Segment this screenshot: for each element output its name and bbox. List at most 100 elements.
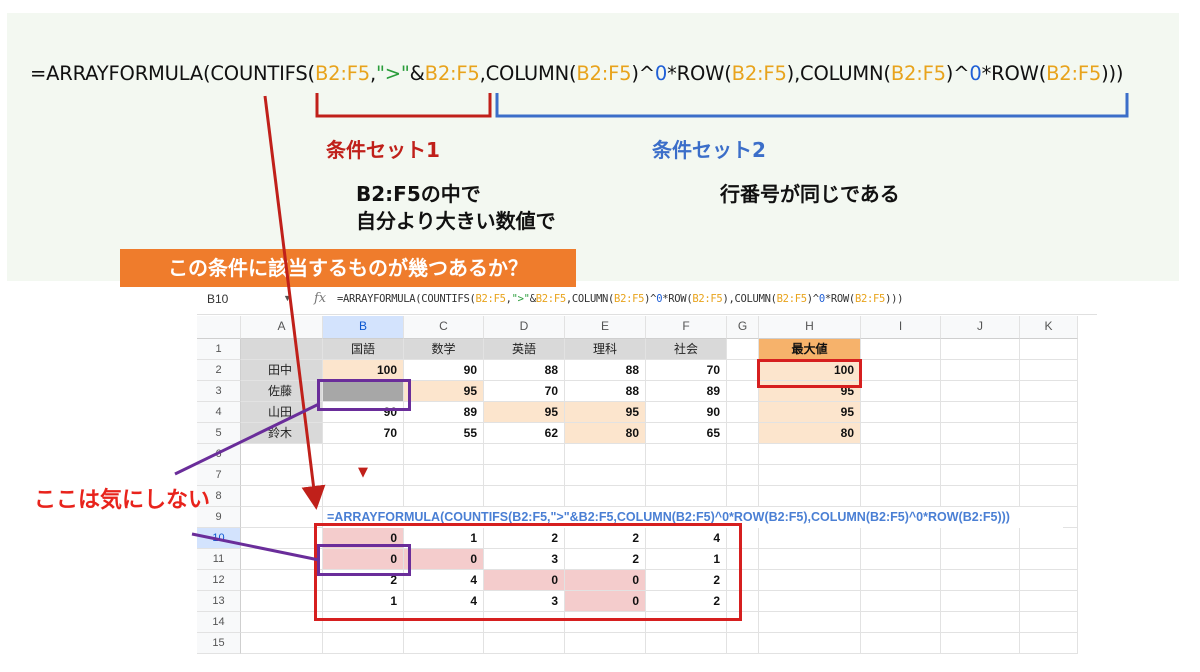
score-cell[interactable]: 80 bbox=[565, 423, 646, 444]
sheet-cell[interactable] bbox=[941, 381, 1020, 402]
sheet-cell[interactable] bbox=[727, 591, 759, 612]
score-cell[interactable]: 65 bbox=[646, 423, 727, 444]
row-header-14[interactable]: 14 bbox=[197, 612, 241, 633]
row-header-12[interactable]: 12 bbox=[197, 570, 241, 591]
result-cell[interactable]: 2 bbox=[565, 528, 646, 549]
score-cell[interactable]: 90 bbox=[404, 360, 484, 381]
row-header-4[interactable]: 4 bbox=[197, 402, 241, 423]
sheet-cell[interactable] bbox=[941, 591, 1020, 612]
sheet-cell[interactable] bbox=[941, 612, 1020, 633]
sheet-cell[interactable] bbox=[646, 444, 727, 465]
sheet-cell[interactable] bbox=[484, 444, 565, 465]
student-name-cell[interactable]: 佐藤 bbox=[241, 381, 323, 402]
sheet-cell[interactable] bbox=[404, 612, 484, 633]
student-name-cell[interactable]: 田中 bbox=[241, 360, 323, 381]
sheet-cell[interactable] bbox=[323, 486, 404, 507]
result-cell[interactable]: 3 bbox=[484, 591, 565, 612]
formula-bar-input[interactable]: =ARRAYFORMULA(COUNTIFS(B2:F5,">"&B2:F5,C… bbox=[337, 293, 903, 305]
score-cell[interactable]: 95 bbox=[565, 402, 646, 423]
sheet-cell[interactable] bbox=[241, 633, 323, 654]
sheet-cell[interactable] bbox=[565, 465, 646, 486]
column-header-e[interactable]: E bbox=[565, 316, 646, 339]
sheet-cell[interactable] bbox=[484, 486, 565, 507]
sheet-cell[interactable] bbox=[241, 528, 323, 549]
score-cell[interactable]: 89 bbox=[646, 381, 727, 402]
student-name-cell[interactable]: 山田 bbox=[241, 402, 323, 423]
sheet-cell[interactable] bbox=[727, 486, 759, 507]
header-cell-subject[interactable]: 社会 bbox=[646, 339, 727, 360]
score-cell[interactable]: 55 bbox=[404, 423, 484, 444]
column-header-h[interactable]: H bbox=[759, 316, 861, 339]
result-cell[interactable]: 2 bbox=[646, 570, 727, 591]
sheet-cell[interactable] bbox=[241, 486, 323, 507]
sheet-cell[interactable] bbox=[861, 528, 941, 549]
sheet-cell[interactable] bbox=[941, 633, 1020, 654]
result-cell[interactable]: 0 bbox=[484, 570, 565, 591]
sheet-cell[interactable] bbox=[861, 402, 941, 423]
score-cell[interactable]: 70 bbox=[646, 360, 727, 381]
sheet-cell[interactable] bbox=[241, 570, 323, 591]
sheet-cell[interactable] bbox=[1020, 360, 1078, 381]
column-header-i[interactable]: I bbox=[861, 316, 941, 339]
score-cell[interactable]: 90 bbox=[323, 402, 404, 423]
sheet-cell[interactable] bbox=[565, 444, 646, 465]
sheet-cell[interactable] bbox=[727, 423, 759, 444]
score-cell[interactable]: 95 bbox=[484, 402, 565, 423]
score-cell[interactable]: 88 bbox=[565, 360, 646, 381]
column-header-a[interactable]: A bbox=[241, 316, 323, 339]
sheet-cell[interactable] bbox=[241, 591, 323, 612]
score-cell[interactable]: 70 bbox=[484, 381, 565, 402]
sheet-cell[interactable] bbox=[759, 465, 861, 486]
sheet-cell[interactable] bbox=[727, 381, 759, 402]
sheet-cell[interactable] bbox=[941, 549, 1020, 570]
sheet-cell[interactable] bbox=[727, 402, 759, 423]
formula-text-cell[interactable]: =ARRAYFORMULA(COUNTIFS(B2:F5,">"&B2:F5,C… bbox=[323, 507, 1063, 528]
sheet-cell[interactable] bbox=[404, 486, 484, 507]
result-cell[interactable]: 0 bbox=[565, 591, 646, 612]
sheet-cell[interactable] bbox=[1020, 339, 1078, 360]
sheet-cell[interactable] bbox=[323, 612, 404, 633]
result-cell[interactable]: 4 bbox=[646, 528, 727, 549]
sheet-cell[interactable] bbox=[323, 444, 404, 465]
row-header-6[interactable]: 6 bbox=[197, 444, 241, 465]
sheet-cell[interactable] bbox=[727, 465, 759, 486]
column-header-c[interactable]: C bbox=[404, 316, 484, 339]
sheet-cell[interactable] bbox=[759, 444, 861, 465]
sheet-cell[interactable] bbox=[1020, 591, 1078, 612]
result-cell[interactable]: 0 bbox=[323, 549, 404, 570]
sheet-cell[interactable] bbox=[1020, 570, 1078, 591]
sheet-cell[interactable] bbox=[861, 444, 941, 465]
sheet-cell[interactable] bbox=[941, 570, 1020, 591]
score-cell[interactable]: 88 bbox=[565, 381, 646, 402]
sheet-cell[interactable] bbox=[323, 633, 404, 654]
header-cell-subject[interactable]: 数学 bbox=[404, 339, 484, 360]
sheet-cell[interactable] bbox=[861, 339, 941, 360]
score-cell[interactable]: 100 bbox=[323, 360, 404, 381]
result-cell[interactable]: 1 bbox=[646, 549, 727, 570]
sheet-cell[interactable] bbox=[1020, 465, 1078, 486]
sheet-cell[interactable] bbox=[241, 444, 323, 465]
sheet-cell[interactable] bbox=[861, 486, 941, 507]
student-name-cell[interactable]: 鈴木 bbox=[241, 423, 323, 444]
sheet-cell[interactable] bbox=[861, 633, 941, 654]
result-cell[interactable]: 2 bbox=[484, 528, 565, 549]
sheet-cell[interactable] bbox=[759, 591, 861, 612]
result-cell[interactable]: 2 bbox=[323, 570, 404, 591]
sheet-cell[interactable] bbox=[1020, 549, 1078, 570]
sheet-cell[interactable] bbox=[1020, 402, 1078, 423]
name-box[interactable]: B10 bbox=[207, 292, 228, 306]
result-cell[interactable]: 0 bbox=[404, 549, 484, 570]
sheet-cell[interactable] bbox=[941, 339, 1020, 360]
sheet-cell[interactable] bbox=[941, 402, 1020, 423]
sheet-cell[interactable] bbox=[861, 465, 941, 486]
score-cell[interactable]: 70 bbox=[323, 423, 404, 444]
row-header-2[interactable]: 2 bbox=[197, 360, 241, 381]
header-cell-subject[interactable]: 国語 bbox=[323, 339, 404, 360]
sheet-cell[interactable] bbox=[484, 633, 565, 654]
header-cell-subject[interactable]: 理科 bbox=[565, 339, 646, 360]
row-header-13[interactable]: 13 bbox=[197, 591, 241, 612]
sheet-cell[interactable] bbox=[241, 507, 323, 528]
column-header-f[interactable]: F bbox=[646, 316, 727, 339]
sheet-cell[interactable] bbox=[941, 486, 1020, 507]
sheet-cell[interactable] bbox=[565, 612, 646, 633]
